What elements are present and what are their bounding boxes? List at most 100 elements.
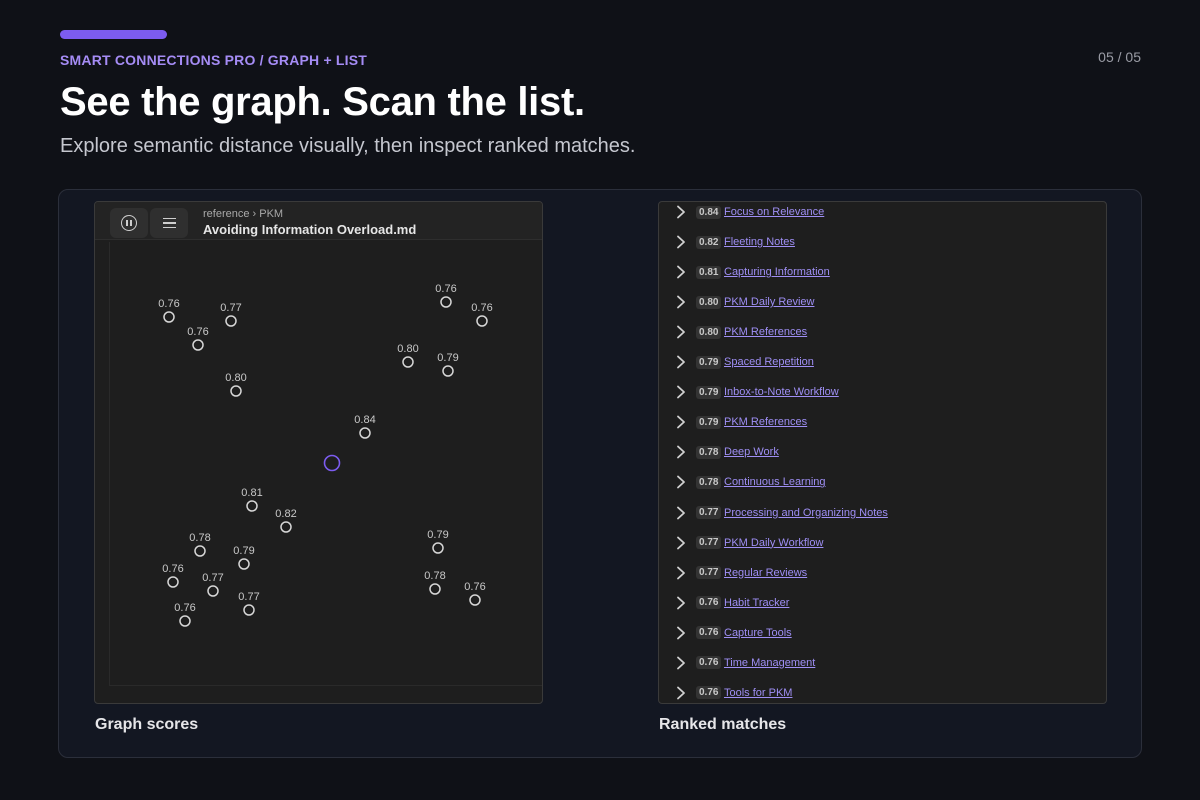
list-item[interactable]: 0.77 Regular Reviews: [659, 558, 1106, 588]
chevron-right-icon[interactable]: [675, 354, 687, 370]
list-item[interactable]: 0.80 PKM Daily Review: [659, 287, 1106, 317]
graph-node[interactable]: 0.79: [233, 545, 255, 570]
match-link[interactable]: Processing and Organizing Notes: [724, 507, 888, 519]
list-item[interactable]: 0.81 Capturing Information: [659, 257, 1106, 287]
graph-node[interactable]: 0.82: [275, 508, 297, 533]
list-item[interactable]: 0.79 Inbox-to-Note Workflow: [659, 377, 1106, 407]
list-item[interactable]: 0.79 Spaced Repetition: [659, 347, 1106, 377]
graph-node-circle[interactable]: [192, 339, 204, 351]
list-item[interactable]: 0.77 Processing and Organizing Notes: [659, 498, 1106, 528]
list-item[interactable]: 0.84 Focus on Relevance: [659, 202, 1106, 227]
graph-node[interactable]: 0.76: [187, 326, 209, 351]
list-item[interactable]: 0.76 Habit Tracker: [659, 588, 1106, 618]
match-link[interactable]: PKM References: [724, 416, 807, 428]
list-item[interactable]: 0.78 Deep Work: [659, 437, 1106, 467]
graph-node[interactable]: 0.76: [464, 581, 486, 606]
chevron-right-icon[interactable]: [675, 264, 687, 280]
chevron-right-icon[interactable]: [675, 294, 687, 310]
match-link[interactable]: Spaced Repetition: [724, 356, 814, 368]
graph-node-score: 0.76: [435, 283, 456, 295]
graph-node-circle[interactable]: [207, 585, 219, 597]
match-link[interactable]: Capturing Information: [724, 266, 830, 278]
chevron-right-icon[interactable]: [675, 324, 687, 340]
chevron-right-icon[interactable]: [675, 234, 687, 250]
match-link[interactable]: PKM Daily Review: [724, 296, 814, 308]
graph-node-circle[interactable]: [359, 427, 371, 439]
center-node[interactable]: [323, 454, 341, 472]
match-score: 0.76: [696, 626, 722, 640]
graph-node-score: 0.78: [189, 532, 210, 544]
list-item[interactable]: 0.76 Capture Tools: [659, 618, 1106, 648]
graph-node-circle[interactable]: [432, 542, 444, 554]
graph-node-circle[interactable]: [194, 545, 206, 557]
graph-node[interactable]: 0.81: [241, 487, 263, 512]
list-item[interactable]: 0.78 Continuous Learning: [659, 467, 1106, 497]
graph-node[interactable]: 0.76: [471, 302, 493, 327]
graph-node[interactable]: 0.80: [225, 372, 247, 397]
graph-node-score: 0.84: [354, 414, 375, 426]
graph-node-circle[interactable]: [163, 311, 175, 323]
chevron-right-icon[interactable]: [675, 565, 687, 581]
graph-node[interactable]: 0.78: [189, 532, 211, 557]
list-item[interactable]: 0.80 PKM References: [659, 317, 1106, 347]
graph-node[interactable]: 0.84: [354, 414, 376, 439]
graph-node-score: 0.79: [233, 545, 254, 557]
graph-node-circle[interactable]: [167, 576, 179, 588]
graph-node[interactable]: 0.79: [437, 352, 459, 377]
chevron-right-icon[interactable]: [675, 444, 687, 460]
chevron-right-icon[interactable]: [675, 595, 687, 611]
graph-node[interactable]: 0.77: [220, 302, 242, 327]
chevron-right-icon[interactable]: [675, 655, 687, 671]
match-link[interactable]: Capture Tools: [724, 627, 792, 639]
graph-node[interactable]: 0.76: [435, 283, 457, 308]
graph-node-circle[interactable]: [440, 296, 452, 308]
graph-node-circle[interactable]: [429, 583, 441, 595]
match-score: 0.80: [696, 325, 722, 339]
chevron-right-icon[interactable]: [675, 685, 687, 701]
graph-node-circle[interactable]: [179, 615, 191, 627]
list-item[interactable]: 0.82 Fleeting Notes: [659, 227, 1106, 257]
graph-node[interactable]: 0.80: [397, 343, 419, 368]
graph-node-circle[interactable]: [442, 365, 454, 377]
match-link[interactable]: Inbox-to-Note Workflow: [724, 386, 839, 398]
match-link[interactable]: Tools for PKM: [724, 687, 792, 699]
chevron-right-icon[interactable]: [675, 414, 687, 430]
match-link[interactable]: Regular Reviews: [724, 567, 807, 579]
match-link[interactable]: Continuous Learning: [724, 476, 826, 488]
list-item[interactable]: 0.77 PKM Daily Workflow: [659, 528, 1106, 558]
match-link[interactable]: Deep Work: [724, 446, 779, 458]
match-link[interactable]: Focus on Relevance: [724, 206, 824, 218]
graph-node-circle[interactable]: [238, 558, 250, 570]
graph-node-circle[interactable]: [225, 315, 237, 327]
graph-node-circle[interactable]: [476, 315, 488, 327]
graph-node[interactable]: 0.76: [174, 602, 196, 627]
graph-node[interactable]: 0.79: [427, 529, 449, 554]
match-link[interactable]: PKM Daily Workflow: [724, 537, 823, 549]
list-item[interactable]: 0.79 PKM References: [659, 407, 1106, 437]
graph-node[interactable]: 0.78: [424, 570, 446, 595]
chevron-right-icon[interactable]: [675, 535, 687, 551]
list-item[interactable]: 0.76 Tools for PKM: [659, 678, 1106, 703]
graph-node-circle[interactable]: [243, 604, 255, 616]
graph-node-score: 0.76: [174, 602, 195, 614]
graph-node[interactable]: 0.77: [202, 572, 224, 597]
graph-node-circle[interactable]: [230, 385, 242, 397]
graph-node-score: 0.76: [187, 326, 208, 338]
graph-node[interactable]: 0.76: [162, 563, 184, 588]
chevron-right-icon[interactable]: [675, 505, 687, 521]
graph-node[interactable]: 0.77: [238, 591, 260, 616]
chevron-right-icon[interactable]: [675, 474, 687, 490]
graph-node[interactable]: 0.76: [158, 298, 180, 323]
graph-node-circle[interactable]: [402, 356, 414, 368]
match-link[interactable]: PKM References: [724, 326, 807, 338]
chevron-right-icon[interactable]: [675, 625, 687, 641]
match-link[interactable]: Fleeting Notes: [724, 236, 795, 248]
list-item[interactable]: 0.76 Time Management: [659, 648, 1106, 678]
graph-node-circle[interactable]: [469, 594, 481, 606]
match-link[interactable]: Time Management: [724, 657, 815, 669]
chevron-right-icon[interactable]: [675, 204, 687, 220]
chevron-right-icon[interactable]: [675, 384, 687, 400]
match-link[interactable]: Habit Tracker: [724, 597, 789, 609]
graph-node-circle[interactable]: [280, 521, 292, 533]
graph-node-circle[interactable]: [246, 500, 258, 512]
